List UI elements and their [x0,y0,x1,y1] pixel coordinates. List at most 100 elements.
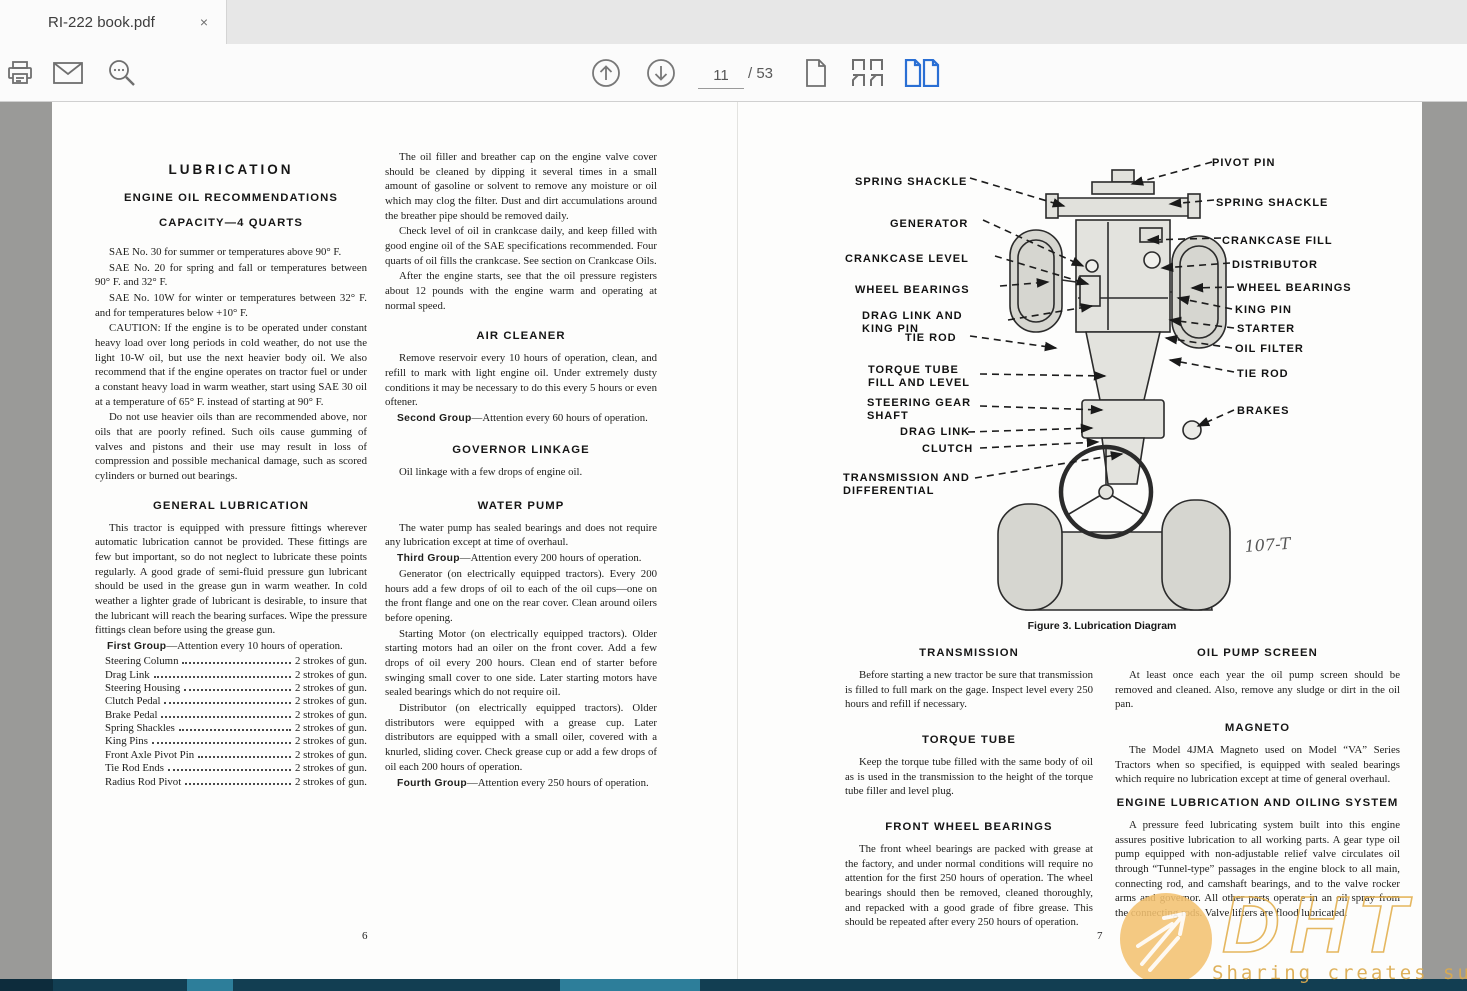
paragraph: After the engine starts, see that the oi… [385,269,657,313]
toolbar: / 53 [0,44,1467,102]
arrow-down-circle-icon [646,58,676,88]
page-spread: LUBRICATION ENGINE OIL RECOMMENDATIONS C… [52,102,1422,979]
label-spring-shackle-left: SPRING SHACKLE [855,176,967,188]
heading-governor-linkage: GOVERNOR LINKAGE [385,444,657,456]
label-drag-link: DRAG LINK [900,426,970,438]
arrow-up-circle-icon [591,58,621,88]
label-differential: DIFFERENTIAL [843,485,934,497]
next-page-button[interactable] [645,57,677,89]
page-number-7: 7 [1097,930,1103,942]
label-pivot-pin: PIVOT PIN [1212,157,1275,169]
page-count-label: / 53 [748,65,773,82]
paragraph: Do not use heavier oils than are recomme… [95,410,367,483]
email-icon [53,62,83,84]
heading-magneto: MAGNETO [1115,722,1400,734]
paragraph: SAE No. 20 for spring and fall or temper… [95,261,367,290]
document-viewport[interactable]: LUBRICATION ENGINE OIL RECOMMENDATIONS C… [0,102,1467,979]
paragraph: The front wheel bearings are packed with… [845,842,1093,930]
continuous-pages-icon [851,58,885,88]
grease-item: Radius Rod Pivot2 strokes of gun. [95,776,367,789]
figure-caption: Figure 3. Lubrication Diagram [952,620,1252,632]
paragraph: The Model 4JMA Magneto used on Model “VA… [1115,743,1400,787]
paragraph: Check level of oil in crankcase daily, a… [385,224,657,268]
paragraph: Before starting a new tractor be sure th… [845,668,1093,712]
tab-title: RI-222 book.pdf [48,14,155,31]
heading-engine-lubrication: ENGINE LUBRICATION AND OILING SYSTEM [1115,797,1400,809]
paragraph: CAUTION: If the engine is to be operated… [95,321,367,409]
paragraph: This tractor is equipped with pressure f… [95,521,367,638]
paragraph: A pressure feed lubricating system built… [1115,818,1400,921]
label-clutch: CLUTCH [922,443,973,455]
tractor-drawing [998,170,1230,610]
label-wheel-bearings-left: WHEEL BEARINGS [855,284,970,296]
grease-item: Front Axle Pivot Pin2 strokes of gun. [95,749,367,762]
label-generator: GENERATOR [890,218,968,230]
two-page-view-button[interactable] [906,57,938,89]
scrollbar-corner [0,979,53,991]
paragraph: At least once each year the oil pump scr… [1115,668,1400,712]
label-steering-gear: STEERING GEAR [867,397,971,409]
grease-item: Clutch Pedal2 strokes of gun. [95,695,367,708]
heading-general-lubrication: GENERAL LUBRICATION [95,500,367,512]
label-transmission-and: TRANSMISSION AND [843,472,970,484]
label-oil-filter: OIL FILTER [1235,343,1304,355]
heading-water-pump: WATER PUMP [385,500,657,512]
paragraph: SAE No. 30 for summer or temperatures ab… [95,245,367,260]
page-divider [737,102,738,979]
search-button[interactable] [106,57,138,89]
page6-column1: LUBRICATION ENGINE OIL RECOMMENDATIONS C… [95,162,367,789]
grease-item: Steering Housing2 strokes of gun. [95,682,367,695]
third-group-line: Third Group—Attention every 200 hours of… [385,551,657,566]
email-button[interactable] [52,57,84,89]
label-starter: STARTER [1237,323,1295,335]
label-tie-rod-left: TIE ROD [905,332,957,344]
two-page-view-icon [904,59,940,87]
heading-air-cleaner: AIR CLEANER [385,330,657,342]
grease-item: Spring Shackles2 strokes of gun. [95,722,367,735]
heading-front-wheel-bearings: FRONT WHEEL BEARINGS [845,821,1093,833]
label-shaft: SHAFT [867,410,909,422]
scrollbar-thumb[interactable] [560,979,700,991]
previous-page-button[interactable] [590,57,622,89]
paragraph: The oil filler and breather cap on the e… [385,150,657,223]
label-wheel-bearings-right: WHEEL BEARINGS [1237,282,1352,294]
grease-item: King Pins2 strokes of gun. [95,735,367,748]
scrollbar-thumb[interactable] [187,979,233,991]
document-tab[interactable]: RI-222 book.pdf × [0,0,227,44]
label-torque-tube: TORQUE TUBE [868,364,959,376]
heading-capacity: CAPACITY—4 QUARTS [95,217,367,229]
label-spring-shackle-right: SPRING SHACKLE [1216,197,1328,209]
label-crankcase-level: CRANKCASE LEVEL [845,253,969,265]
paragraph: Remove reservoir every 10 hours of opera… [385,351,657,410]
page-number-input[interactable] [698,62,744,89]
single-page-view-button[interactable] [800,57,832,89]
continuous-view-button[interactable] [852,57,884,89]
section-title: LUBRICATION [95,162,367,177]
label-distributor: DISTRIBUTOR [1232,259,1318,271]
print-icon [7,60,33,86]
label-fill-and-level: FILL AND LEVEL [868,377,970,389]
second-group-line: Second Group—Attention every 60 hours of… [385,411,657,426]
heading-oil-pump-screen: OIL PUMP SCREEN [1115,647,1400,659]
print-button[interactable] [4,57,36,89]
page7-column2: OIL PUMP SCREEN At least once each year … [1115,647,1400,922]
close-icon[interactable]: × [194,12,214,32]
fourth-group-line: Fourth Group—Attention every 250 hours o… [385,776,657,791]
heading-torque-tube: TORQUE TUBE [845,734,1093,746]
label-king-pin-right: KING PIN [1235,304,1292,316]
lubrication-diagram: SPRING SHACKLE GENERATOR CRANKCASE LEVEL… [840,148,1405,618]
page-number-6: 6 [362,930,368,942]
paragraph: Distributor (on electrically equipped tr… [385,701,657,774]
paragraph: Starting Motor (on electrically equipped… [385,627,657,700]
heading-engine-oil: ENGINE OIL RECOMMENDATIONS [95,192,367,204]
grease-item: Tie Rod Ends2 strokes of gun. [95,762,367,775]
horizontal-scrollbar[interactable] [0,979,1467,991]
grease-item: Drag Link2 strokes of gun. [95,669,367,682]
page6-column2: The oil filler and breather cap on the e… [385,150,657,792]
heading-transmission: TRANSMISSION [845,647,1093,659]
paragraph: Generator (on electrically equipped trac… [385,567,657,626]
paragraph: Oil linkage with a few drops of engine o… [385,465,657,480]
handwritten-note: 107-T [1244,534,1293,556]
paragraph: Keep the torque tube filled with the sam… [845,755,1093,799]
paragraph: SAE No. 10W for winter or temperatures b… [95,291,367,320]
